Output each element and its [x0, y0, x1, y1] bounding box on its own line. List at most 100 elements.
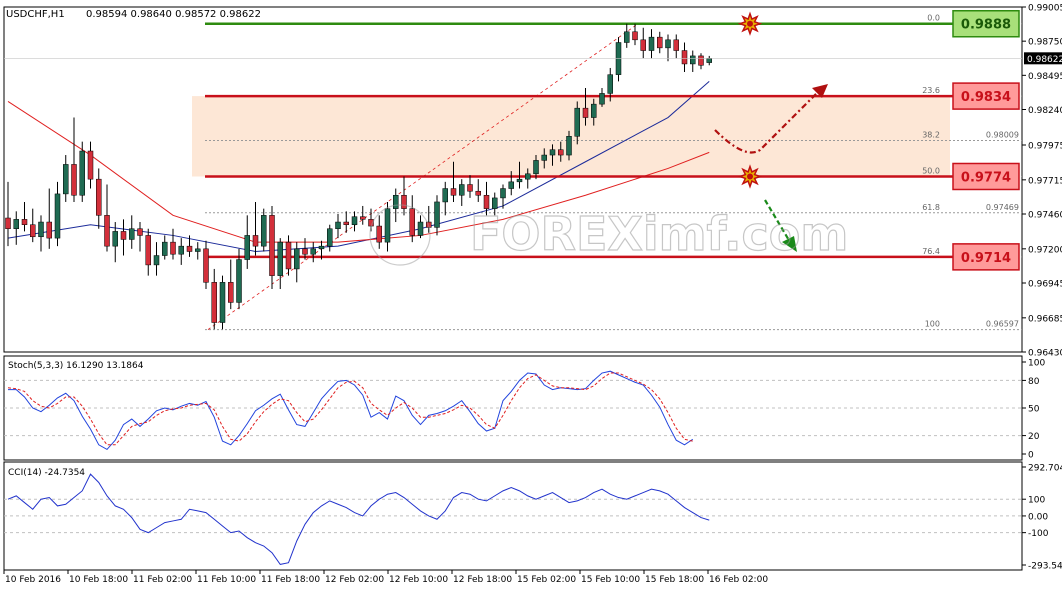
candle-body: [162, 241, 168, 256]
candle-body: [591, 103, 597, 118]
price-tick-label: 0.97975: [1028, 142, 1062, 152]
candle-body: [459, 184, 465, 196]
price-tick-label: 0.97460: [1028, 211, 1062, 221]
fibo-ratio-label: 76.4: [922, 247, 940, 256]
candle-body: [632, 31, 638, 41]
price-tick-label: 0.97200: [1028, 245, 1062, 255]
price-tick-label: 0.99005: [1028, 4, 1062, 14]
candle-body: [96, 178, 102, 216]
candle-body: [87, 150, 94, 180]
stoch-tick-label: 20: [1028, 432, 1040, 442]
candle-body: [409, 208, 415, 236]
candle-body: [624, 31, 630, 43]
candle-body: [63, 164, 69, 195]
candle-body: [376, 225, 382, 243]
candle-body: [582, 107, 589, 118]
candle-body: [5, 217, 11, 229]
price-tick-label: 0.98750: [1028, 38, 1062, 48]
chart-svg: 0.99005 0.98750 0.98495 0.98240 0.97975 0.977…: [0, 0, 1062, 591]
price-tick-label: 0.96685: [1028, 314, 1062, 324]
candle-body: [13, 219, 19, 229]
price-tick-label: 0.98240: [1028, 106, 1062, 116]
key-level-label: 0.9774: [961, 170, 1011, 185]
time-tick-label: 12 Feb 18:00: [453, 575, 512, 585]
candle-body: [673, 39, 679, 51]
key-level-label: 0.9834: [961, 90, 1011, 105]
time-tick-label: 16 Feb 02:00: [709, 575, 768, 585]
candle-body: [228, 282, 234, 303]
candle-body: [706, 58, 712, 63]
time-tick-label: 12 Feb 02:00: [325, 575, 384, 585]
candle-body: [236, 259, 242, 303]
candle-body: [211, 282, 217, 323]
candle-body: [657, 36, 663, 49]
candle-body: [516, 178, 523, 183]
candle-body: [104, 215, 110, 247]
candle-body: [112, 231, 118, 247]
time-tick-label: 10 Feb 18:00: [69, 575, 128, 585]
time-tick-label: 15 Feb 18:00: [645, 575, 704, 585]
resistance-burst-icon-core: [747, 20, 753, 27]
stochastic-label: Stoch(5,3,3) 16.1290 13.1864: [8, 361, 144, 371]
candle-body: [698, 55, 704, 66]
ohlc-readout: 0.98594 0.98640 0.98572 0.98622: [86, 9, 261, 20]
candle-body: [384, 208, 391, 243]
stoch-tick-label: 0: [1028, 451, 1034, 461]
candle-body: [500, 188, 506, 199]
time-tick-label: 11 Feb 02:00: [133, 575, 192, 585]
candle-body: [401, 194, 407, 209]
candle-body: [525, 173, 531, 180]
fibo-ratio-label: 50.0: [922, 166, 940, 175]
price-tick-label: 0.96430: [1028, 349, 1062, 359]
cci-tick-label: 0.00: [1028, 512, 1048, 522]
cci-tick-label: 100: [1028, 496, 1045, 506]
fibo-ratio-label: 61.8: [922, 203, 940, 212]
chart-window: 0.99005 0.98750 0.98495 0.98240 0.97975 0.977…: [0, 0, 1062, 591]
candle-body: [269, 215, 275, 276]
candle-body: [21, 219, 28, 225]
time-tick-label: 10 Feb 2016: [5, 575, 61, 585]
price-tick-label: 0.98495: [1028, 72, 1062, 82]
candle-body: [120, 231, 127, 240]
candle-body: [541, 154, 547, 161]
time-tick-label: 11 Feb 10:00: [197, 575, 256, 585]
candle-body: [294, 248, 300, 270]
candle-body: [153, 255, 160, 266]
candle-body: [285, 241, 292, 270]
candle-body: [467, 184, 473, 192]
candle-body: [244, 235, 250, 260]
watermark: FOREXimf.com: [470, 207, 848, 261]
key-level-label: 0.9888: [961, 18, 1011, 33]
support-burst-icon-core: [747, 173, 753, 180]
candle-body: [574, 107, 580, 137]
candle-body: [434, 201, 440, 228]
candle-body: [599, 93, 605, 105]
candle-body: [665, 39, 671, 49]
time-tick-label: 15 Feb 10:00: [581, 575, 640, 585]
candle-body: [393, 194, 399, 209]
fibo-ratio-label: 23.6: [922, 86, 940, 95]
candle-body: [79, 150, 85, 196]
candle-body: [343, 221, 349, 225]
price-tick-label: 0.97715: [1028, 176, 1062, 186]
key-level-label: 0.9714: [961, 251, 1011, 266]
candle-body: [170, 241, 176, 255]
candle-body: [450, 188, 457, 196]
candle-body: [566, 136, 572, 156]
candle-body: [648, 36, 655, 51]
candle-body: [533, 160, 539, 175]
candle-body: [327, 228, 333, 247]
time-tick-label: 15 Feb 02:00: [517, 575, 576, 585]
candle-body: [252, 235, 259, 247]
candle-body: [508, 181, 514, 189]
candle-body: [549, 149, 556, 156]
time-tick-label: 12 Feb 10:00: [389, 575, 448, 585]
cci-tick-label: -293.5457: [1028, 562, 1062, 572]
fibo-price-label: 0.97469: [986, 203, 1019, 212]
candle-body: [145, 235, 151, 266]
symbol-label: USDCHF,H1: [6, 9, 65, 20]
cci-tick-label: 292.7042: [1028, 464, 1062, 474]
candle-body: [261, 215, 267, 247]
cci-label: CCI(14) -24.7354: [8, 468, 85, 478]
candle-body: [310, 248, 316, 255]
